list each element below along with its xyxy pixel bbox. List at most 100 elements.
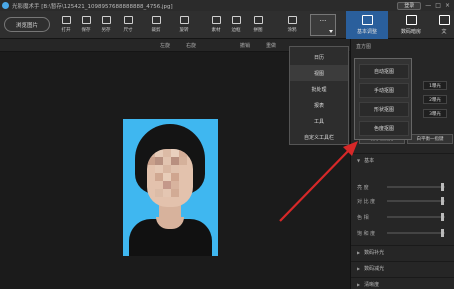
slider-track[interactable] xyxy=(387,183,445,191)
tab-label: 基本调整 xyxy=(356,29,377,35)
tool-label: 涂鸦 xyxy=(287,28,297,33)
slider-label: 色 相 xyxy=(357,214,369,221)
tab-label: 文 xyxy=(441,29,447,35)
slider-knob[interactable] xyxy=(441,213,444,221)
main-toolbar: 浏览图片 打开 保存 另存 尺寸 裁剪 旋转 素材 边框 拼图 涂鸦 ... 基… xyxy=(0,11,454,39)
text-icon xyxy=(438,15,450,25)
slider-knob[interactable] xyxy=(441,197,444,205)
slider-knob[interactable] xyxy=(441,229,444,237)
section-label: 基本 xyxy=(364,158,375,164)
material-icon xyxy=(211,16,221,24)
slider-track[interactable] xyxy=(387,213,445,221)
slider-track[interactable] xyxy=(387,229,445,237)
menu-item-auto-cutout[interactable]: 自动抠图 xyxy=(359,64,409,79)
resize-button[interactable]: 尺寸 xyxy=(118,14,138,36)
menu-item-view[interactable]: 视图 xyxy=(290,65,348,81)
save-as-button[interactable]: 另存 xyxy=(96,14,116,36)
camera-icon xyxy=(405,15,417,25)
open-button[interactable]: 打开 xyxy=(56,14,76,36)
section-label: 数码补光 xyxy=(364,250,385,256)
rotate-right-button[interactable]: 右旋 xyxy=(186,42,196,49)
undo-button[interactable]: 撤销 xyxy=(240,42,250,49)
edit-icon xyxy=(361,15,373,25)
window-controls: 登录 — □ × xyxy=(397,0,450,11)
histogram-label: 直方图 xyxy=(356,44,372,50)
app-logo-icon xyxy=(2,2,9,9)
rotate-left-button[interactable]: 左旋 xyxy=(160,42,170,49)
tab-digital-darkroom[interactable]: 数码暗房 xyxy=(390,11,432,39)
hue-slider[interactable]: 色 相 xyxy=(357,212,453,222)
rotate-button[interactable]: 旋转 xyxy=(174,14,194,36)
save-button[interactable]: 保存 xyxy=(76,14,96,36)
material-button[interactable]: 素材 xyxy=(206,14,226,36)
section-label: 数码减光 xyxy=(364,266,385,272)
slider-knob[interactable] xyxy=(441,183,444,191)
tab-label: 数码暗房 xyxy=(400,29,421,35)
tool-label: 打开 xyxy=(61,28,71,33)
redo-button[interactable]: 重做 xyxy=(266,42,276,49)
white-balance-button[interactable]: 白平衡一指键 xyxy=(407,134,453,144)
maximize-icon[interactable]: □ xyxy=(435,2,441,9)
slider-label: 对 比 度 xyxy=(357,198,376,205)
more-tools-menu: 日历 视图 批处理 报表 工具 自定义工具栏 xyxy=(289,46,349,145)
frame-icon xyxy=(231,16,241,24)
menu-item-custom-toolbar[interactable]: 自定义工具栏 xyxy=(290,129,348,145)
tool-label: 保存 xyxy=(81,28,91,33)
expand-triangle-icon: ▶ xyxy=(357,266,361,271)
cutout-submenu: 自动抠图 手动抠图 形状抠图 色度抠图 xyxy=(354,58,412,140)
exposure-field[interactable]: 2曝光 xyxy=(423,95,447,104)
login-button[interactable]: 登录 xyxy=(397,1,422,10)
slider-label: 饱 和 度 xyxy=(357,230,376,237)
menu-item-chroma-cutout[interactable]: 色度抠图 xyxy=(359,121,409,136)
window-title: 光影魔术手 [B:\暂存\125421_1098957688888888_475… xyxy=(12,3,173,10)
section-clarity[interactable]: ▶ 清晰度 xyxy=(351,277,454,289)
saturation-slider[interactable]: 饱 和 度 xyxy=(357,228,453,238)
menu-item-tools[interactable]: 工具 xyxy=(290,113,348,129)
tab-basic-adjust[interactable]: 基本调整 xyxy=(346,11,388,39)
brightness-slider[interactable]: 亮 度 xyxy=(357,182,453,192)
contrast-slider[interactable]: 对 比 度 xyxy=(357,196,453,206)
expand-triangle-icon: ▶ xyxy=(357,282,361,287)
collapse-triangle-icon: ▼ xyxy=(357,158,361,163)
section-fill-light[interactable]: ▶ 数码补光 xyxy=(351,245,454,259)
rotate-icon xyxy=(179,16,189,24)
close-icon[interactable]: × xyxy=(445,2,450,9)
save-icon xyxy=(81,16,91,24)
crop-icon xyxy=(151,16,161,24)
menu-item-report[interactable]: 报表 xyxy=(290,97,348,113)
section-basic[interactable]: ▼ 基本 xyxy=(351,153,454,167)
tool-label: 另存 xyxy=(101,28,111,33)
browse-images-button[interactable]: 浏览图片 xyxy=(4,17,50,32)
more-tools-button[interactable]: ... xyxy=(310,14,336,36)
resize-icon xyxy=(123,16,133,24)
exposure-field[interactable]: 1曝光 xyxy=(423,81,447,90)
tool-label: 边框 xyxy=(231,28,241,33)
puzzle-icon xyxy=(253,16,263,24)
menu-item-batch[interactable]: 批处理 xyxy=(290,81,348,97)
slider-label: 亮 度 xyxy=(357,184,369,191)
slider-track[interactable] xyxy=(387,197,445,205)
brush-icon xyxy=(287,16,297,24)
tool-label: 旋转 xyxy=(179,28,189,33)
section-label: 清晰度 xyxy=(364,282,380,288)
menu-item-calendar[interactable]: 日历 xyxy=(290,49,348,65)
puzzle-button[interactable]: 拼图 xyxy=(248,14,268,36)
minimize-icon[interactable]: — xyxy=(425,2,431,9)
section-reduce-light[interactable]: ▶ 数码减光 xyxy=(351,261,454,275)
crop-button[interactable]: 裁剪 xyxy=(146,14,166,36)
app-window: 光影魔术手 [B:\暂存\125421_1098957688888888_475… xyxy=(0,0,454,289)
title-bar: 光影魔术手 [B:\暂存\125421_1098957688888888_475… xyxy=(0,0,454,11)
pixelated-face xyxy=(147,149,193,207)
tool-label: 尺寸 xyxy=(123,28,133,33)
brush-button[interactable]: 涂鸦 xyxy=(282,14,302,36)
folder-icon xyxy=(61,16,71,24)
frame-button[interactable]: 边框 xyxy=(226,14,246,36)
more-icon: ... xyxy=(319,15,327,23)
dropdown-caret-icon xyxy=(329,30,333,33)
exposure-field[interactable]: 3曝光 xyxy=(423,109,447,118)
tab-more[interactable]: 文 xyxy=(434,11,454,39)
menu-item-manual-cutout[interactable]: 手动抠图 xyxy=(359,83,409,98)
expand-triangle-icon: ▶ xyxy=(357,250,361,255)
menu-item-shape-cutout[interactable]: 形状抠图 xyxy=(359,102,409,117)
tool-label: 裁剪 xyxy=(151,28,161,33)
